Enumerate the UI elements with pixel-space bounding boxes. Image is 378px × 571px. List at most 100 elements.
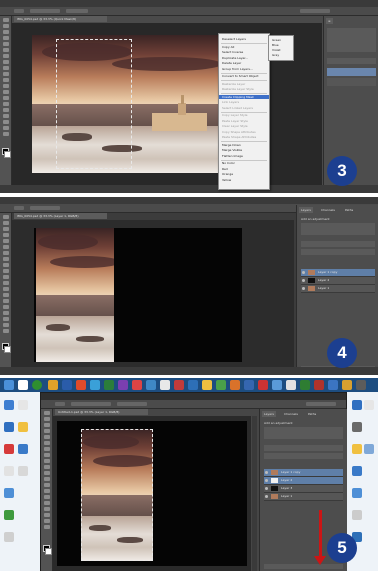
layer-row[interactable] bbox=[327, 78, 376, 86]
desktop-icon[interactable] bbox=[18, 466, 28, 476]
layer-row[interactable]: Layer 1 copy bbox=[301, 269, 375, 277]
desktop-icon[interactable] bbox=[352, 444, 362, 454]
desktop-icon[interactable] bbox=[4, 400, 14, 410]
history-brush-icon[interactable] bbox=[43, 465, 50, 469]
visibility-eye-icon[interactable] bbox=[302, 279, 305, 282]
photoshop-icon[interactable] bbox=[62, 380, 72, 390]
shape-tool-icon[interactable] bbox=[2, 120, 9, 124]
layer-row[interactable]: Layer 1 copy bbox=[264, 469, 343, 477]
selected-layer-row[interactable] bbox=[327, 68, 376, 76]
context-menu-item[interactable]: Orange bbox=[222, 172, 233, 176]
submenu-item[interactable]: Violet bbox=[272, 48, 281, 52]
context-menu-item[interactable]: Flatten Image bbox=[222, 154, 243, 158]
app-icon[interactable] bbox=[104, 380, 114, 390]
layer-filter-row[interactable] bbox=[327, 58, 376, 64]
quick-select-tool-icon[interactable] bbox=[2, 36, 9, 40]
desktop-icon[interactable] bbox=[364, 444, 374, 454]
folder-icon[interactable] bbox=[48, 380, 58, 390]
type-tool-icon[interactable] bbox=[2, 305, 9, 309]
app-icon[interactable] bbox=[202, 380, 212, 390]
context-menu-item[interactable]: Select Inverse bbox=[222, 50, 243, 54]
desktop-icon[interactable] bbox=[4, 532, 14, 542]
blend-mode-row[interactable] bbox=[301, 249, 375, 255]
option-control[interactable] bbox=[30, 9, 60, 13]
context-menu-item[interactable]: Yellow bbox=[222, 178, 231, 182]
hand-tool-icon[interactable] bbox=[43, 519, 50, 523]
tab-paths[interactable]: Paths bbox=[343, 207, 356, 213]
desktop-icon[interactable] bbox=[352, 488, 362, 498]
layer-row[interactable]: Layer 2 bbox=[264, 477, 343, 485]
crop-tool-icon[interactable] bbox=[2, 239, 9, 243]
marquee-tool-icon[interactable] bbox=[2, 221, 9, 225]
blend-mode-row[interactable] bbox=[264, 453, 343, 459]
eyedropper-tool-icon[interactable] bbox=[43, 441, 50, 445]
background-color-swatch[interactable] bbox=[4, 346, 11, 353]
visibility-eye-icon[interactable] bbox=[302, 287, 305, 290]
tab-channels[interactable]: Channels bbox=[319, 207, 337, 213]
app-icon[interactable] bbox=[300, 380, 310, 390]
healing-tool-icon[interactable] bbox=[2, 251, 9, 255]
visibility-eye-icon[interactable] bbox=[302, 271, 305, 274]
submenu-item[interactable]: Gray bbox=[272, 53, 279, 57]
app-icon[interactable] bbox=[146, 380, 156, 390]
desktop-icon[interactable] bbox=[352, 422, 362, 432]
layer-row[interactable]: Layer 2 bbox=[301, 277, 375, 285]
submenu-item[interactable]: Blue bbox=[272, 43, 279, 47]
crop-tool-icon[interactable] bbox=[43, 435, 50, 439]
tool-preset-picker[interactable] bbox=[14, 9, 24, 13]
path-select-icon[interactable] bbox=[43, 507, 50, 511]
blur-tool-icon[interactable] bbox=[2, 287, 9, 291]
desktop-icon[interactable] bbox=[4, 510, 14, 520]
tab-layers[interactable]: Layers bbox=[299, 207, 313, 213]
lasso-tool-icon[interactable] bbox=[43, 423, 50, 427]
history-brush-icon[interactable] bbox=[2, 269, 9, 273]
zoom-tool-icon[interactable] bbox=[43, 525, 50, 529]
healing-tool-icon[interactable] bbox=[43, 447, 50, 451]
dodge-tool-icon[interactable] bbox=[2, 293, 9, 297]
adjustment-icons[interactable] bbox=[264, 427, 343, 439]
app-icon[interactable] bbox=[118, 380, 128, 390]
zoom-tool-icon[interactable] bbox=[2, 329, 9, 333]
brush-tool-icon[interactable] bbox=[2, 60, 9, 64]
desktop-icon[interactable] bbox=[4, 488, 14, 498]
context-menu-item[interactable]: No Color bbox=[222, 161, 235, 165]
background-color-swatch[interactable] bbox=[45, 548, 52, 555]
shape-tool-icon[interactable] bbox=[2, 317, 9, 321]
app-icon[interactable] bbox=[258, 380, 268, 390]
visibility-eye-icon[interactable] bbox=[265, 479, 268, 482]
dodge-tool-icon[interactable] bbox=[2, 96, 9, 100]
app-icon[interactable] bbox=[328, 380, 338, 390]
gradient-tool-icon[interactable] bbox=[43, 477, 50, 481]
canvas-area[interactable] bbox=[12, 220, 294, 367]
context-menu-item[interactable]: Merge Visible bbox=[222, 148, 242, 152]
option-control[interactable] bbox=[30, 206, 60, 210]
healing-tool-icon[interactable] bbox=[2, 54, 9, 58]
zoom-tool-icon[interactable] bbox=[2, 132, 9, 136]
app-icon[interactable] bbox=[174, 380, 184, 390]
pen-tool-icon[interactable] bbox=[2, 102, 9, 106]
shape-tool-icon[interactable] bbox=[43, 513, 50, 517]
context-menu-item[interactable]: Delete Layer bbox=[222, 61, 241, 65]
canvas-area[interactable] bbox=[53, 416, 251, 571]
document-tab[interactable]: IMG_0054.psd @ 33.3% (Quick Mask/8) bbox=[14, 16, 107, 22]
selection-marquee[interactable] bbox=[81, 429, 153, 561]
desktop-icon[interactable] bbox=[4, 422, 14, 432]
move-tool-icon[interactable] bbox=[2, 18, 9, 22]
stamp-tool-icon[interactable] bbox=[2, 66, 9, 70]
explorer-icon[interactable] bbox=[18, 380, 28, 390]
brush-tool-icon[interactable] bbox=[2, 257, 9, 261]
move-tool-icon[interactable] bbox=[2, 215, 9, 219]
desktop-icon[interactable] bbox=[352, 400, 362, 410]
eraser-tool-icon[interactable] bbox=[2, 275, 9, 279]
app-icon[interactable] bbox=[188, 380, 198, 390]
layer-row[interactable]: Layer 3 bbox=[264, 485, 343, 493]
layer-row[interactable]: Layer 1 bbox=[264, 493, 343, 501]
blur-tool-icon[interactable] bbox=[2, 90, 9, 94]
context-menu-item[interactable]: Deselect Layers bbox=[222, 37, 246, 41]
document-tab[interactable]: Untitled-1.psd @ 33.3% (Layer 1, RGB/8) bbox=[55, 409, 148, 415]
pen-tool-icon[interactable] bbox=[43, 495, 50, 499]
layers-footer-buttons[interactable] bbox=[264, 564, 343, 569]
history-brush-icon[interactable] bbox=[2, 72, 9, 76]
layer-filter-row[interactable] bbox=[301, 241, 375, 247]
background-color-swatch[interactable] bbox=[4, 151, 11, 158]
